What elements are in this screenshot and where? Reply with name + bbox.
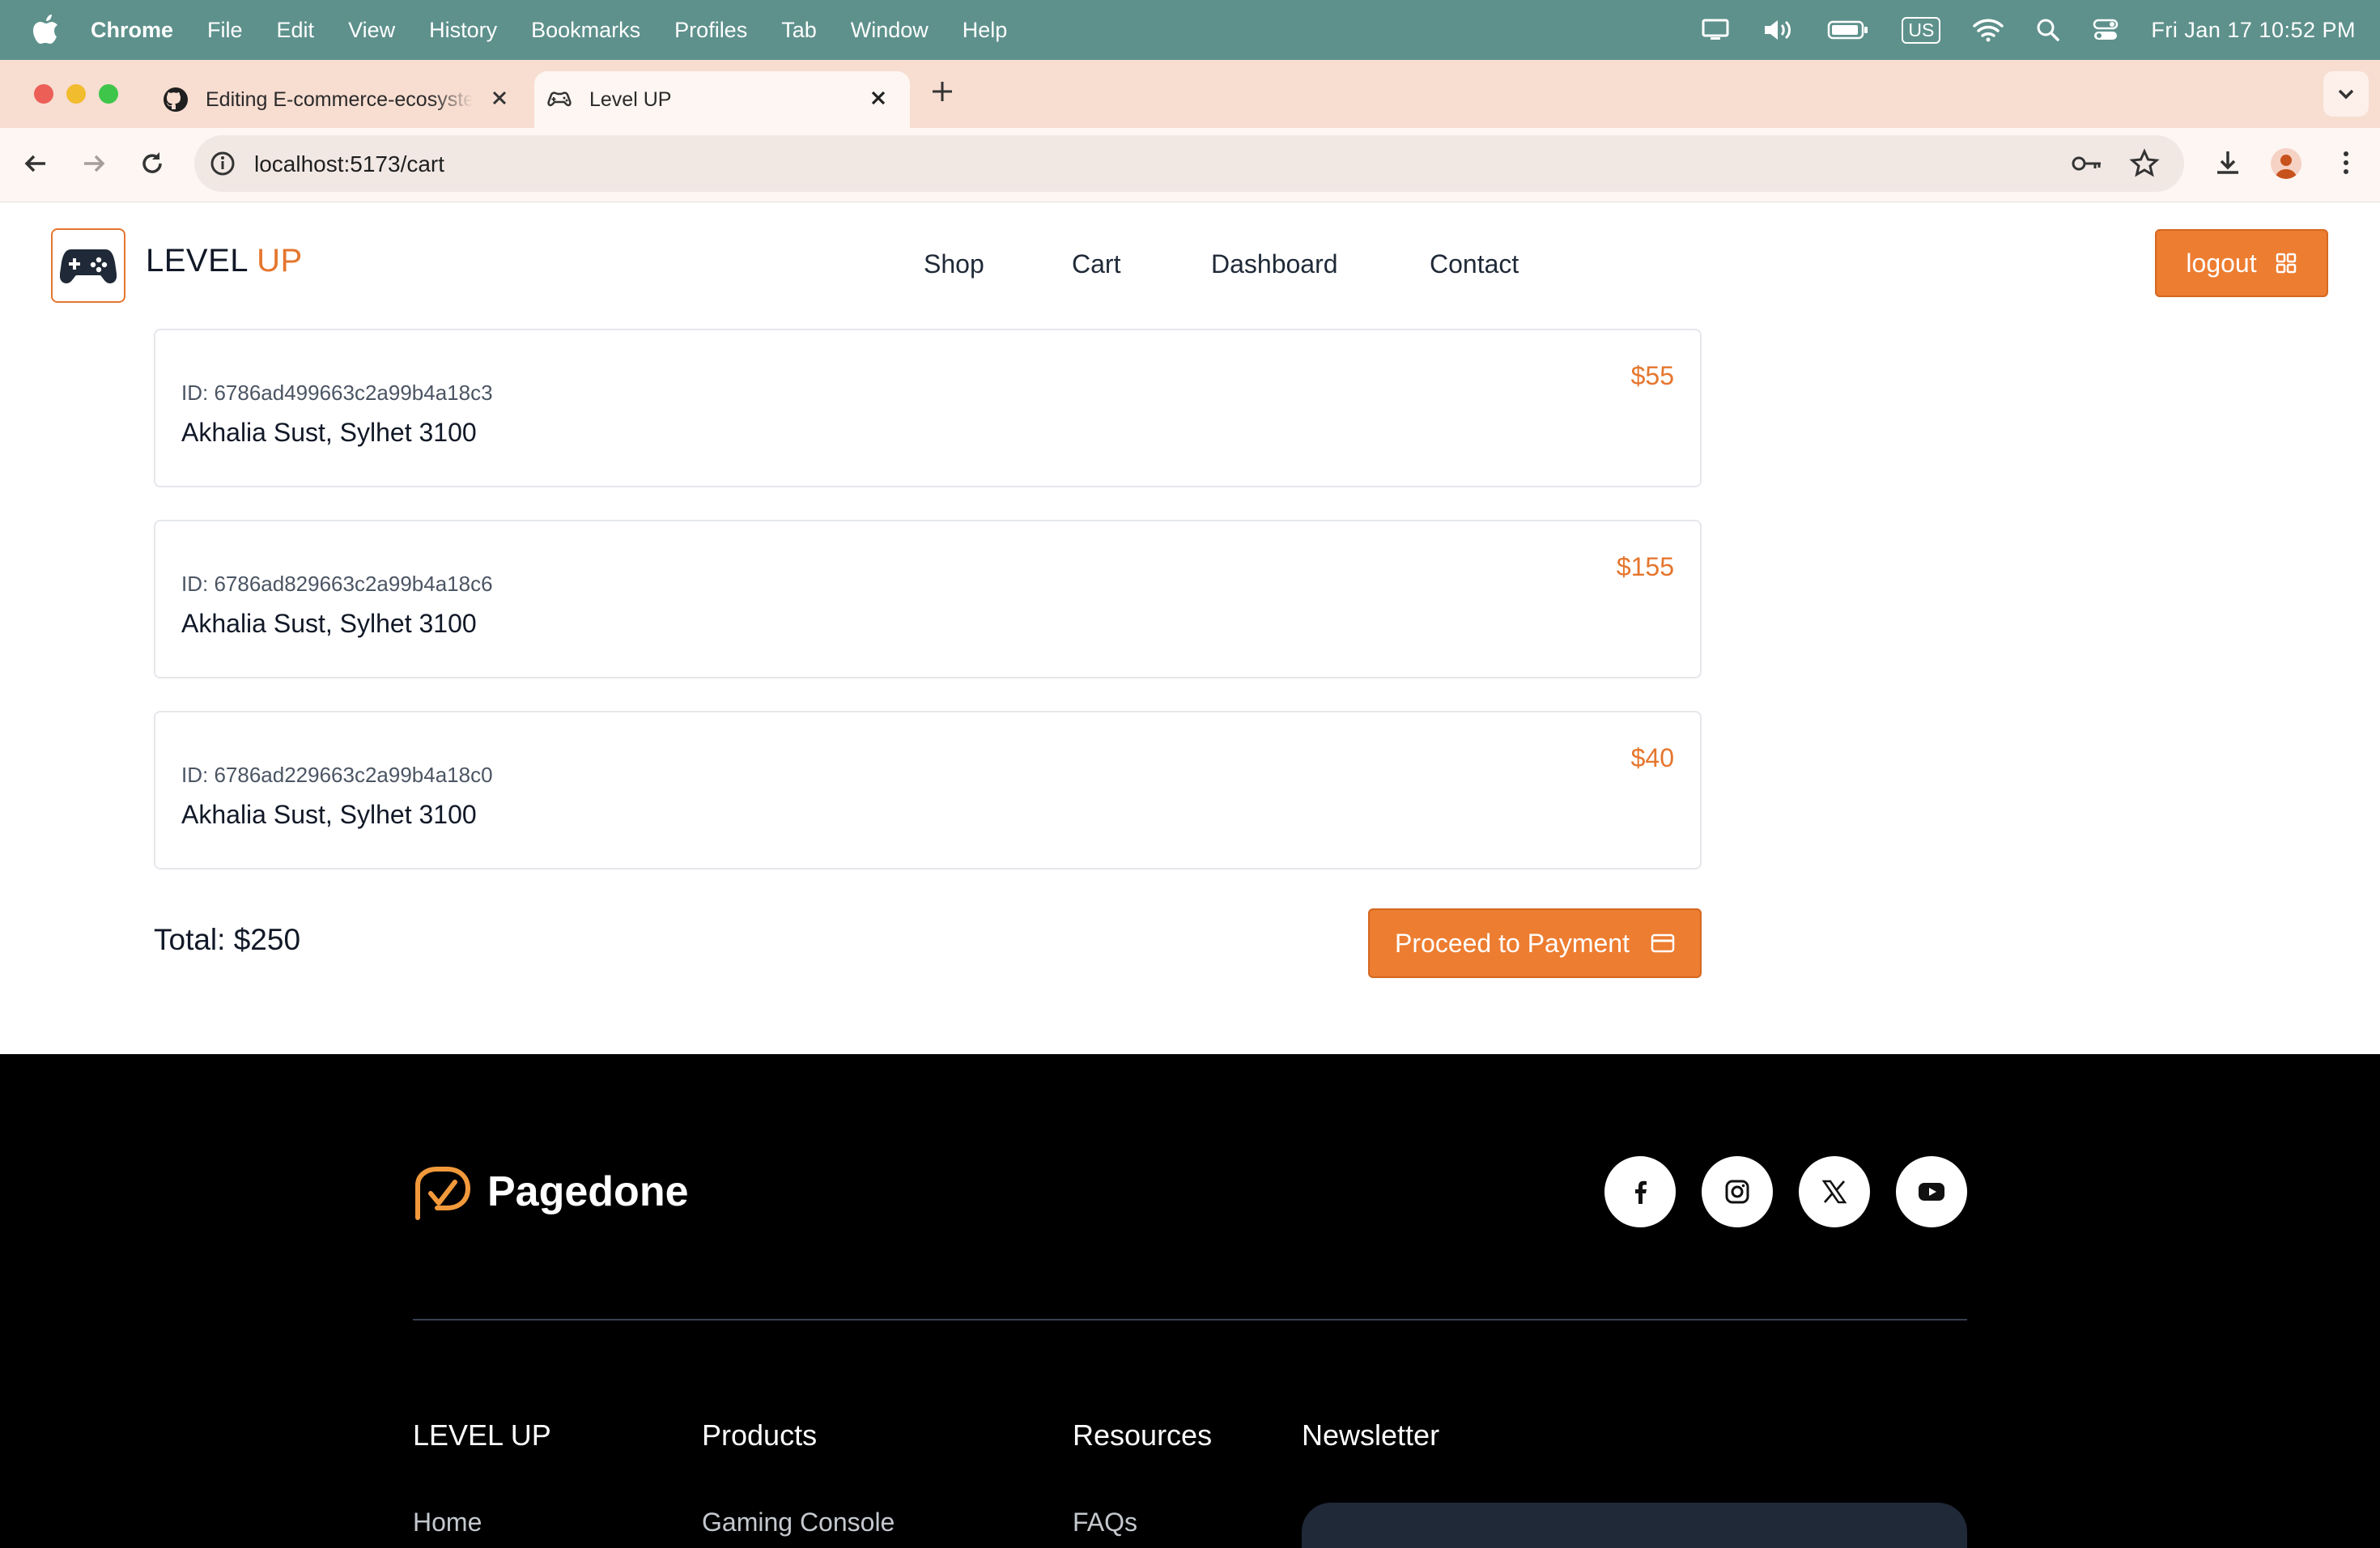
logout-button[interactable]: logout [2155, 229, 2328, 297]
browser-tab-level-up[interactable]: Level UP [534, 71, 910, 128]
url-text[interactable]: localhost:5173/cart [254, 151, 444, 177]
back-arrow-icon[interactable] [21, 149, 50, 178]
tab-title: Level UP [589, 87, 672, 111]
input-source-badge[interactable]: US [1902, 16, 1941, 44]
cart-total: Total: $250 [154, 923, 301, 956]
key-icon[interactable] [2071, 150, 2103, 177]
proceed-to-payment-button[interactable]: Proceed to Payment [1368, 908, 1702, 978]
order-id: ID: 6786ad499663c2a99b4a18c3 [181, 381, 493, 405]
menubar-clock[interactable]: Fri Jan 17 10:52 PM [2151, 18, 2356, 43]
order-card[interactable]: ID: 6786ad499663c2a99b4a18c3 Akhalia Sus… [154, 329, 1702, 487]
x-icon [1821, 1180, 1847, 1204]
more-vertical-icon[interactable] [2331, 148, 2361, 177]
order-price: $155 [1616, 552, 1674, 581]
apple-icon[interactable] [32, 15, 60, 45]
order-card[interactable]: ID: 6786ad829663c2a99b4a18c6 Akhalia Sus… [154, 520, 1702, 678]
forward-arrow-icon[interactable] [79, 149, 108, 178]
footer-divider [413, 1319, 1967, 1320]
footer-heading-newsletter: Newsletter [1302, 1418, 1440, 1452]
close-icon[interactable] [866, 86, 890, 110]
menubar-status-area: US Fri Jan 17 10:52 PM [1668, 0, 2356, 60]
footer-brand[interactable]: Pagedone [487, 1167, 689, 1216]
gamepad-icon [60, 249, 117, 283]
battery-icon[interactable] [1827, 19, 1869, 40]
display-icon[interactable] [1701, 18, 1730, 42]
person-icon [2275, 155, 2297, 179]
menu-tab[interactable]: Tab [781, 18, 817, 43]
macos-menubar: Chrome File Edit View History Bookmarks … [0, 0, 2380, 60]
nav-link-cart[interactable]: Cart [1072, 249, 1120, 279]
download-icon[interactable] [2213, 148, 2242, 177]
nav-link-contact[interactable]: Contact [1430, 249, 1519, 279]
menu-edit[interactable]: Edit [277, 18, 315, 43]
order-id: ID: 6786ad229663c2a99b4a18c0 [181, 763, 493, 787]
window-close-button[interactable] [34, 84, 53, 104]
site-info-icon[interactable] [207, 148, 238, 179]
instagram-icon [1725, 1180, 1749, 1204]
window-minimize-button[interactable] [66, 84, 86, 104]
nav-link-shop[interactable]: Shop [924, 249, 984, 279]
brand-level: LEVEL [146, 243, 257, 279]
grid-icon [2276, 253, 2296, 274]
address-bar[interactable]: localhost:5173/cart [194, 135, 2184, 192]
youtube-link[interactable] [1896, 1156, 1967, 1227]
menu-window[interactable]: Window [851, 18, 929, 43]
facebook-icon [1635, 1180, 1647, 1204]
gamepad-icon [547, 91, 572, 107]
nav-link-dashboard[interactable]: Dashboard [1211, 249, 1338, 279]
menu-profiles[interactable]: Profiles [674, 18, 747, 43]
site-logo[interactable] [51, 228, 125, 303]
close-icon[interactable] [487, 86, 512, 110]
browser-tab-github[interactable]: Editing E-commerce-ecosystem [151, 71, 531, 128]
chevron-down-icon [2338, 89, 2354, 100]
github-icon [164, 87, 188, 112]
menu-bookmarks[interactable]: Bookmarks [531, 18, 640, 43]
window-zoom-button[interactable] [99, 84, 118, 104]
input-source-label: US [1902, 16, 1941, 44]
volume-icon[interactable] [1762, 18, 1795, 42]
order-address: Akhalia Sust, Sylhet 3100 [181, 800, 477, 829]
facebook-link[interactable] [1604, 1156, 1676, 1227]
order-price: $55 [1630, 361, 1674, 390]
menu-file[interactable]: File [207, 18, 243, 43]
menu-app-name[interactable]: Chrome [91, 18, 173, 43]
footer-heading-resources: Resources [1073, 1418, 1213, 1452]
logout-label: logout [2186, 248, 2257, 278]
tab-title: Editing E-commerce-ecosystem [206, 87, 473, 111]
wifi-icon[interactable] [1973, 18, 2004, 42]
site-footer [0, 1054, 2380, 1548]
tab-search-button[interactable] [2323, 71, 2369, 117]
control-center-icon[interactable] [2093, 18, 2119, 42]
menu-history[interactable]: History [429, 18, 497, 43]
order-address: Akhalia Sust, Sylhet 3100 [181, 609, 477, 638]
menu-view[interactable]: View [348, 18, 395, 43]
spotlight-icon[interactable] [2036, 18, 2060, 42]
credit-card-icon [1651, 933, 1675, 953]
footer-link-gaming-console[interactable]: Gaming Console [702, 1508, 895, 1537]
order-price: $40 [1630, 743, 1674, 772]
menu-help[interactable]: Help [963, 18, 1008, 43]
order-id: ID: 6786ad829663c2a99b4a18c6 [181, 572, 493, 596]
order-card[interactable]: ID: 6786ad229663c2a99b4a18c0 Akhalia Sus… [154, 711, 1702, 870]
youtube-icon [1919, 1183, 1944, 1201]
profile-avatar[interactable] [2271, 148, 2301, 179]
payment-button-label: Proceed to Payment [1395, 928, 1630, 958]
reload-icon[interactable] [138, 149, 167, 178]
x-link[interactable] [1799, 1156, 1870, 1227]
bookmark-star-icon[interactable] [2129, 148, 2160, 179]
footer-heading-level-up: LEVEL UP [413, 1418, 551, 1452]
new-tab-button[interactable] [929, 79, 955, 104]
brand-up: UP [257, 243, 303, 279]
order-address: Akhalia Sust, Sylhet 3100 [181, 418, 477, 447]
footer-heading-products: Products [702, 1418, 818, 1452]
site-brand[interactable]: LEVEL UP [146, 243, 303, 279]
pagedone-logo-icon[interactable] [413, 1166, 471, 1221]
footer-link-faqs[interactable]: FAQs [1073, 1508, 1137, 1537]
newsletter-email-input[interactable] [1302, 1503, 1967, 1548]
instagram-link[interactable] [1702, 1156, 1773, 1227]
footer-link-home[interactable]: Home [413, 1508, 482, 1537]
